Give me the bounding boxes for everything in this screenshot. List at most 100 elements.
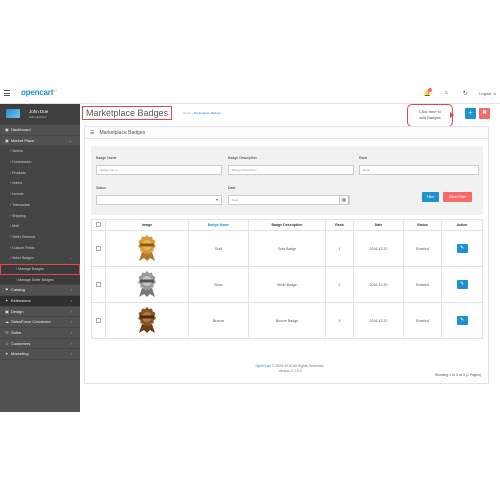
bullet-icon: › <box>10 192 12 197</box>
opencart-link[interactable]: OpenCart <box>256 364 271 368</box>
row-checkbox[interactable] <box>96 317 101 323</box>
edit-button[interactable]: ✎ <box>456 244 468 253</box>
plus-icon: + <box>468 110 473 117</box>
sidebar-item-dashboard[interactable]: ▣ Dashboard <box>0 125 80 136</box>
edit-button[interactable]: ✎ <box>456 316 468 325</box>
rank-label: Rank <box>359 156 368 160</box>
action-cell: ✎ <box>441 230 483 267</box>
sidebar-item-seller-reviews[interactable]: › Seller Reviews <box>0 231 80 243</box>
action-cell: ✎ <box>441 302 483 339</box>
breadcrumb-current[interactable]: Marketplace Badges <box>194 111 221 115</box>
logout-link[interactable]: Logout ➲ <box>479 91 496 96</box>
column-header-status[interactable]: Status <box>403 219 442 231</box>
edit-button[interactable]: ✎ <box>456 280 468 289</box>
sidebar-item-design[interactable]: ▣ Design › <box>0 307 80 318</box>
bullet-icon: › <box>10 234 12 239</box>
bullet-icon: › <box>10 213 12 218</box>
sidebar-item-products[interactable]: › Products <box>0 167 80 179</box>
bullet-icon: › <box>10 160 12 165</box>
sidebar-item-commission[interactable]: › Commission <box>0 157 80 168</box>
date-input[interactable]: Date ▦ <box>228 195 350 205</box>
refresh-icon[interactable]: ↻ <box>460 88 470 98</box>
delete-button[interactable]: ✖ <box>479 108 490 119</box>
chevron-right-icon: › <box>70 330 72 336</box>
add-badge-button[interactable]: + <box>465 108 476 119</box>
select-all-checkbox[interactable] <box>96 222 101 227</box>
clear-filter-button[interactable]: Clear Filter <box>443 192 472 202</box>
filter-button[interactable]: Filter <box>422 192 439 202</box>
logout-icon: ➲ <box>492 90 496 96</box>
bullet-icon: › <box>10 202 12 207</box>
sidebar-item-label: Income <box>12 192 24 197</box>
status-label: Status <box>96 186 106 190</box>
trash-icon: ✖ <box>481 110 488 116</box>
badge-image-cell <box>105 230 189 267</box>
badge-description-label: Badge Description <box>228 156 257 160</box>
header-actions: 🔔 ⌂ ↻ Logout ➲ <box>422 88 496 98</box>
sidebar-item-label: Marketing <box>11 351 29 357</box>
sidebar-item-label: Catalog <box>11 287 25 293</box>
opencart-logo[interactable]: opencart2.2 <box>21 88 57 97</box>
sidebar-item-manage-seller-badges[interactable]: › Manage Seller Badges <box>0 274 80 286</box>
silver-badge-image <box>138 271 156 297</box>
badge-name-input[interactable]: Badge Name <box>96 165 222 175</box>
column-header-date[interactable]: Date <box>353 219 404 231</box>
sidebar-item-income[interactable]: › Income <box>0 189 80 200</box>
sidebar-item-marketing[interactable]: ➤ Marketing › <box>0 349 80 361</box>
chevron-right-icon: › <box>70 351 72 357</box>
menu-icon[interactable] <box>4 90 10 96</box>
page-bottom-area <box>0 412 500 500</box>
badge-description-cell: Silver Badge <box>248 266 326 303</box>
sidebar-item-label: Transaction <box>12 202 31 207</box>
callout-tooltip: Click here to add Badges <box>407 104 454 127</box>
badge-description-input[interactable]: Badge Description <box>228 165 354 175</box>
sidebar-item-catalog[interactable]: ⚑ Catalog › <box>0 285 80 296</box>
breadcrumb-home[interactable]: Home <box>183 111 191 115</box>
bell-icon[interactable]: 🔔 <box>422 88 433 98</box>
sidebar-item-extensions[interactable]: ✦ Extensions › <box>0 296 80 307</box>
badge-name-cell: Bronze <box>188 302 249 339</box>
user-profile[interactable]: John Doe Administrator <box>0 104 80 125</box>
logout-label: Logout <box>479 90 492 96</box>
row-checkbox[interactable] <box>96 245 101 251</box>
sidebar: John Doe Administrator ▣ Dashboard ▣ Marke… <box>0 104 80 412</box>
sidebar-item-orders[interactable]: › orders <box>0 178 80 190</box>
sidebar-item-custom-fields[interactable]: › Custom Fields <box>0 242 80 254</box>
status-select[interactable] <box>96 195 222 205</box>
row-checkbox[interactable] <box>96 281 101 287</box>
bullet-icon: › <box>10 245 12 250</box>
sidebar-item-seller-badges[interactable]: › Seller Badges ⌄ <box>0 253 80 264</box>
calendar-icon[interactable]: ▦ <box>339 195 349 205</box>
sidebar-item-label: Custom Fields <box>12 245 35 250</box>
rank-input[interactable]: Rank <box>359 165 479 175</box>
bullet-icon: › <box>16 277 18 282</box>
sidebar-item-customers[interactable]: ☺ Customers › <box>0 339 80 350</box>
list-icon: ☰ <box>90 130 95 136</box>
sidebar-item-market-place[interactable]: ▣ Market Place ⌄ <box>0 136 80 147</box>
sidebar-item-salesforce-connector[interactable]: ☁ SalesForce Connector › <box>0 317 80 329</box>
logo-version: 2.2 <box>53 88 57 93</box>
rank-cell: 3 <box>325 302 354 339</box>
sidebar-item-label: Extensions <box>11 298 31 303</box>
sidebar-item-sellers[interactable]: › Sellers <box>0 146 80 158</box>
sidebar-item-sales[interactable]: ☷ Sales › <box>0 328 80 339</box>
chevron-right-icon: › <box>70 319 72 325</box>
avatar <box>6 109 20 118</box>
breadcrumb: Home › Marketplace Badges <box>183 111 222 115</box>
sidebar-item-label: Seller Reviews <box>12 234 36 239</box>
badge-description-cell: Gold Badge <box>248 230 326 267</box>
table-row: Bronze Bronze Badge 3 2016-12-20 Enabled… <box>91 302 483 339</box>
copyright-text: © 2009-2016 All Rights Reserved. <box>271 364 325 368</box>
home-icon[interactable]: ⌂ <box>441 88 451 98</box>
sidebar-item-transaction[interactable]: › Transaction <box>0 199 80 211</box>
row-select-cell <box>91 230 106 267</box>
sidebar-item-label: orders <box>12 181 23 186</box>
panel-title: Marketplace Badges <box>99 130 146 136</box>
column-header-badge-name[interactable]: Badge Name <box>188 219 249 231</box>
sidebar-item-manage-badges[interactable]: › Manage Badges <box>0 263 80 275</box>
logo-text: opencart <box>21 88 54 97</box>
sidebar-item-shipping[interactable]: › Shipping <box>0 210 80 222</box>
column-header-rank[interactable]: Rank <box>325 219 354 231</box>
sidebar-item-label: Market Place <box>11 137 35 143</box>
sidebar-item-mail[interactable]: › Mail <box>0 221 80 232</box>
